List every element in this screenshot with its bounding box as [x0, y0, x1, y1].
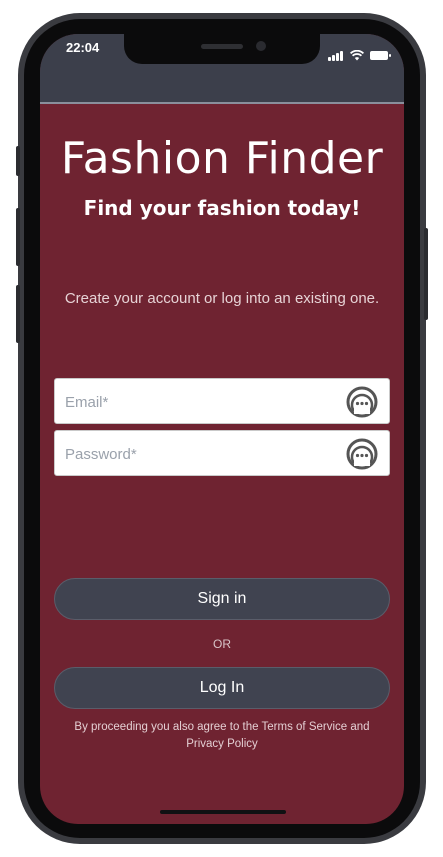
speaker-grille — [201, 44, 243, 49]
signal-icon — [328, 42, 344, 61]
side-button-volume-up — [16, 208, 20, 266]
notch — [124, 34, 320, 64]
status-icons — [328, 42, 391, 61]
wifi-icon — [350, 50, 364, 61]
password-field-container — [54, 430, 390, 477]
email-field-container — [54, 378, 390, 425]
status-time: 22:04 — [66, 40, 100, 55]
intro-text: Create your account or log into an exist… — [64, 290, 380, 307]
log-in-button[interactable]: Log In — [54, 667, 390, 709]
side-button-mute — [16, 146, 20, 176]
password-manager-key-icon[interactable] — [345, 437, 379, 471]
battery-icon — [370, 51, 391, 60]
app-subtitle: Find your fashion today! — [83, 196, 361, 220]
password-manager-key-icon[interactable] — [345, 385, 379, 419]
sign-in-button[interactable]: Sign in — [54, 578, 390, 620]
password-input[interactable] — [63, 431, 337, 477]
home-indicator[interactable] — [160, 810, 286, 814]
screen: 22:04 Fashion Finder Find your fashion t… — [40, 34, 404, 824]
terms-text: By proceeding you also agree to the Term… — [74, 721, 370, 750]
app-title: Fashion Finder — [60, 133, 384, 184]
status-bar: 22:04 — [40, 34, 404, 104]
front-camera — [256, 41, 266, 51]
or-divider: OR — [213, 637, 231, 651]
side-button-power — [424, 228, 428, 320]
side-button-volume-down — [16, 285, 20, 343]
email-input[interactable] — [63, 379, 337, 425]
